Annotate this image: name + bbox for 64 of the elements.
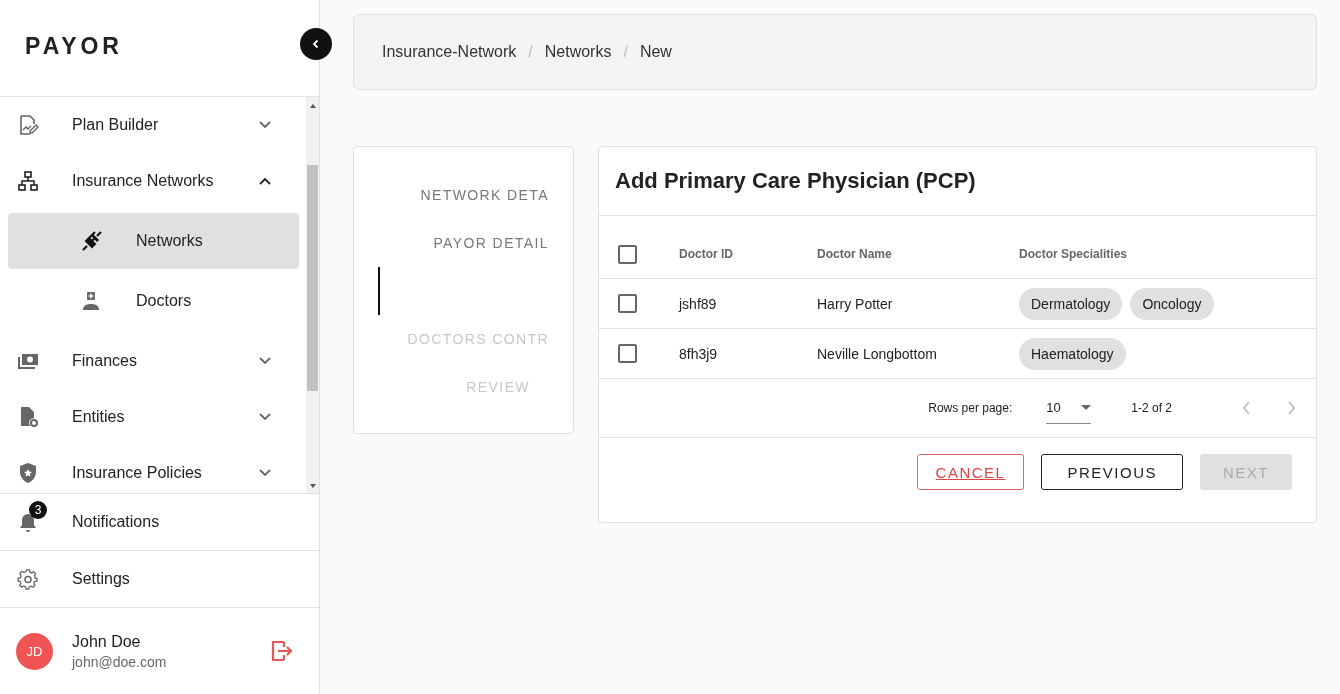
table-cell-text: jshf89 xyxy=(679,295,718,312)
shield-star-icon xyxy=(17,462,39,484)
scroll-up-arrow-icon[interactable] xyxy=(308,103,317,109)
avatar: JD xyxy=(16,632,53,670)
settings-icon xyxy=(17,568,39,590)
nav-item[interactable]: Insurance Networks xyxy=(0,153,306,209)
select-all-checkbox[interactable] xyxy=(618,244,637,264)
table-cell-text: Neville Longbottom xyxy=(817,345,938,362)
nav-item[interactable]: Plan Builder xyxy=(0,97,306,153)
chevron-down-icon xyxy=(259,357,271,365)
speciality-chip: Dermatology xyxy=(1019,287,1123,320)
column-header: Doctor Name xyxy=(817,247,893,261)
chevron-down-icon xyxy=(259,469,271,477)
scrollbar[interactable] xyxy=(306,97,319,493)
user-email: john@doe.com xyxy=(72,653,168,670)
collapse-button[interactable] xyxy=(300,28,332,60)
nav-item[interactable]: Finances xyxy=(0,333,306,389)
previous-button[interactable]: PREVIOUS xyxy=(1041,454,1183,490)
logout-icon[interactable] xyxy=(270,639,294,663)
chevron-left-icon xyxy=(311,39,321,49)
chevron-down-icon xyxy=(259,121,271,129)
nav-label: Insurance Policies xyxy=(72,464,203,482)
nav-label: Settings xyxy=(72,570,131,588)
network-icon xyxy=(17,170,39,192)
row-checkbox[interactable] xyxy=(618,294,637,313)
nav-label: Finances xyxy=(72,352,138,370)
breadcrumb-link[interactable]: Networks xyxy=(544,43,612,61)
doctor-icon xyxy=(80,290,102,312)
row-checkbox[interactable] xyxy=(618,344,637,363)
notifications-item[interactable]: 3 Notifications xyxy=(0,494,319,551)
rows-per-page-select[interactable]: 10 xyxy=(1046,392,1092,424)
nav-label: Notifications xyxy=(72,513,161,531)
card-title: Add Primary Care Physician (PCP) xyxy=(599,147,1316,216)
breadcrumb-separator: / xyxy=(623,43,628,61)
breadcrumb-current: New xyxy=(639,43,672,61)
dropdown-arrow-icon xyxy=(1081,405,1092,410)
speciality-chip: Haematology xyxy=(1019,337,1126,370)
column-header: Doctor ID xyxy=(679,247,734,261)
rows-per-page-label: Rows per page: xyxy=(928,401,1013,415)
logo-text: PAYOR xyxy=(25,32,123,60)
page-range-text: 1-2 of 2 xyxy=(1131,401,1172,415)
nav-subitem[interactable]: Networks xyxy=(8,213,299,269)
chevron-up-icon xyxy=(259,177,271,185)
column-header: Doctor Specialities xyxy=(1019,247,1128,261)
chevron-down-icon xyxy=(259,413,271,421)
speciality-chip: Oncology xyxy=(1130,287,1214,320)
breadcrumb-separator: / xyxy=(528,43,533,61)
nav-label: Entities xyxy=(72,408,126,426)
chart-document-icon xyxy=(17,114,39,136)
table-cell-text: 8fh3j9 xyxy=(679,345,719,362)
settings-item[interactable]: Settings xyxy=(0,551,319,608)
cancel-button[interactable]: CANCEL xyxy=(916,454,1025,490)
nav-label: Insurance Networks xyxy=(72,172,215,190)
notification-count-badge: 3 xyxy=(29,501,47,519)
scroll-down-arrow-icon[interactable] xyxy=(308,483,317,489)
plug-icon xyxy=(80,229,104,253)
nav-item[interactable]: Entities xyxy=(0,389,306,445)
nav-label: Plan Builder xyxy=(72,116,160,134)
step-tab[interactable]: PAYOR DETAIL xyxy=(433,235,549,251)
table-cell-text: Harry Potter xyxy=(817,295,894,312)
step-tab[interactable]: NETWORK DETA xyxy=(420,187,549,203)
user-name: John Doe xyxy=(72,632,142,651)
nav-subitem[interactable]: Doctors xyxy=(8,273,299,329)
breadcrumb-link[interactable]: Insurance-Network xyxy=(382,43,517,61)
